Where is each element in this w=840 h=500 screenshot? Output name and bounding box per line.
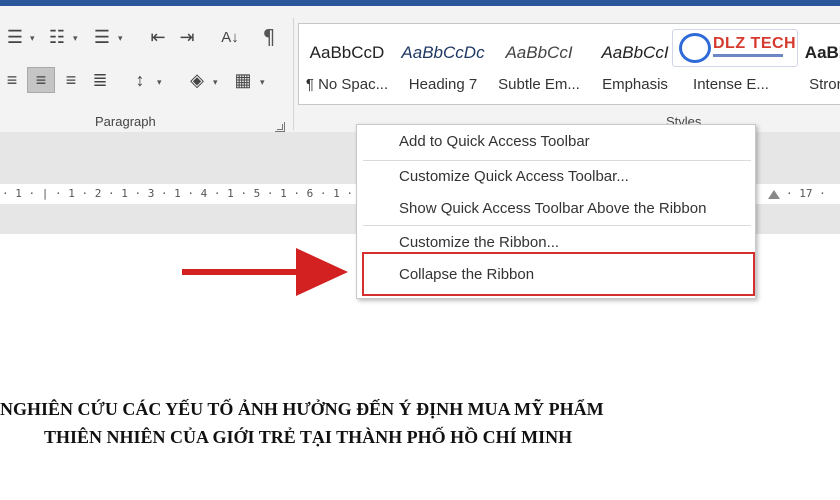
borders-icon[interactable]: ▦ [230, 67, 256, 93]
style-name: Stron [809, 76, 840, 93]
style-name: Subtle Em... [498, 76, 580, 93]
decrease-indent-icon[interactable]: ⇤ [145, 24, 171, 50]
style-name: ¶ No Spac... [305, 76, 389, 93]
style-name: Emphasis [602, 76, 668, 93]
multilevel-list-icon[interactable]: ☰ [88, 24, 116, 50]
logo-mark-icon [679, 33, 711, 63]
bullets-icon[interactable]: ☰ [2, 24, 28, 50]
multilevel-dropdown-icon[interactable]: ▾ [118, 33, 123, 44]
pointer-arrow-shaft [182, 269, 304, 275]
shading-icon[interactable]: ◈ [183, 67, 211, 93]
menu-item-customize-ribbon[interactable]: Customize the Ribbon... [399, 234, 559, 251]
borders-dropdown-icon[interactable]: ▾ [260, 77, 265, 88]
sort-icon[interactable]: A↓ [216, 24, 244, 50]
dlz-tech-logo: DLZ TECH [672, 29, 798, 67]
style-name: Intense E... [693, 76, 769, 93]
document-title-line-2: THIÊN NHIÊN CỦA GIỚI TRẺ TẠI THÀNH PHỐ H… [44, 427, 573, 447]
group-divider [293, 18, 294, 130]
paragraph-group-label: Paragraph [95, 114, 156, 129]
style-subtle-emphasis[interactable]: AaBbCcI Subtle Em... [491, 24, 587, 104]
align-center-icon[interactable]: ≡ [27, 67, 55, 93]
style-name: Heading 7 [408, 76, 478, 93]
increase-indent-icon[interactable]: ⇥ [174, 24, 200, 50]
style-emphasis[interactable]: AaBbCcI Emphasis [587, 24, 683, 104]
menu-separator [363, 225, 751, 226]
menu-separator [363, 160, 751, 161]
justify-icon[interactable]: ≣ [87, 67, 113, 93]
style-sample: AaBbCcDc [401, 43, 485, 62]
ruler-ticks-left: · 1 · | · 1 · 2 · 1 · 3 · 1 · 4 · 1 · 5 … [2, 187, 353, 200]
show-formatting-marks-icon[interactable]: ¶ [256, 24, 282, 50]
bullets-dropdown-icon[interactable]: ▾ [30, 33, 35, 44]
line-spacing-dropdown-icon[interactable]: ▾ [157, 77, 162, 88]
style-sample: AaBbCcI [505, 43, 573, 62]
align-left-icon[interactable]: ≡ [0, 67, 24, 93]
menu-item-add-to-quick-access[interactable]: Add to Quick Access Toolbar [399, 133, 590, 150]
paragraph-dialog-launcher-icon[interactable] [275, 122, 285, 132]
pointer-arrow-icon [296, 248, 348, 296]
menu-item-show-quick-access-above[interactable]: Show Quick Access Toolbar Above the Ribb… [399, 200, 706, 217]
collapse-ribbon-highlight [362, 252, 755, 296]
document-title-line-1: NGHIÊN CỨU CÁC YẾU TỐ ẢNH HƯỞNG ĐẾN Ý ĐỊ… [0, 399, 604, 419]
numbering-icon[interactable]: ☷ [44, 24, 70, 50]
line-spacing-icon[interactable]: ↕ [126, 67, 154, 93]
logo-text: DLZ TECH [713, 35, 797, 52]
ruler-ticks-right: · 17 · [786, 187, 826, 200]
shading-dropdown-icon[interactable]: ▾ [213, 77, 218, 88]
ribbon: ☰ ▾ ☷ ▾ ☰ ▾ ⇤ ⇥ A↓ ¶ ≡ ≡ ≡ ≣ ↕ ▾ ◈ ▾ ▦ ▾… [0, 6, 840, 132]
align-right-icon[interactable]: ≡ [58, 67, 84, 93]
menu-item-customize-quick-access[interactable]: Customize Quick Access Toolbar... [399, 168, 629, 185]
right-indent-marker-icon[interactable] [768, 190, 780, 199]
style-sample: AaBbCcD [309, 43, 385, 62]
style-no-spacing[interactable]: AaBbCcD ¶ No Spac... [299, 24, 395, 104]
logo-underline [713, 54, 783, 57]
style-heading-7[interactable]: AaBbCcDc Heading 7 [395, 24, 491, 104]
style-sample: AaBbCcI [601, 43, 669, 62]
numbering-dropdown-icon[interactable]: ▾ [73, 33, 78, 44]
